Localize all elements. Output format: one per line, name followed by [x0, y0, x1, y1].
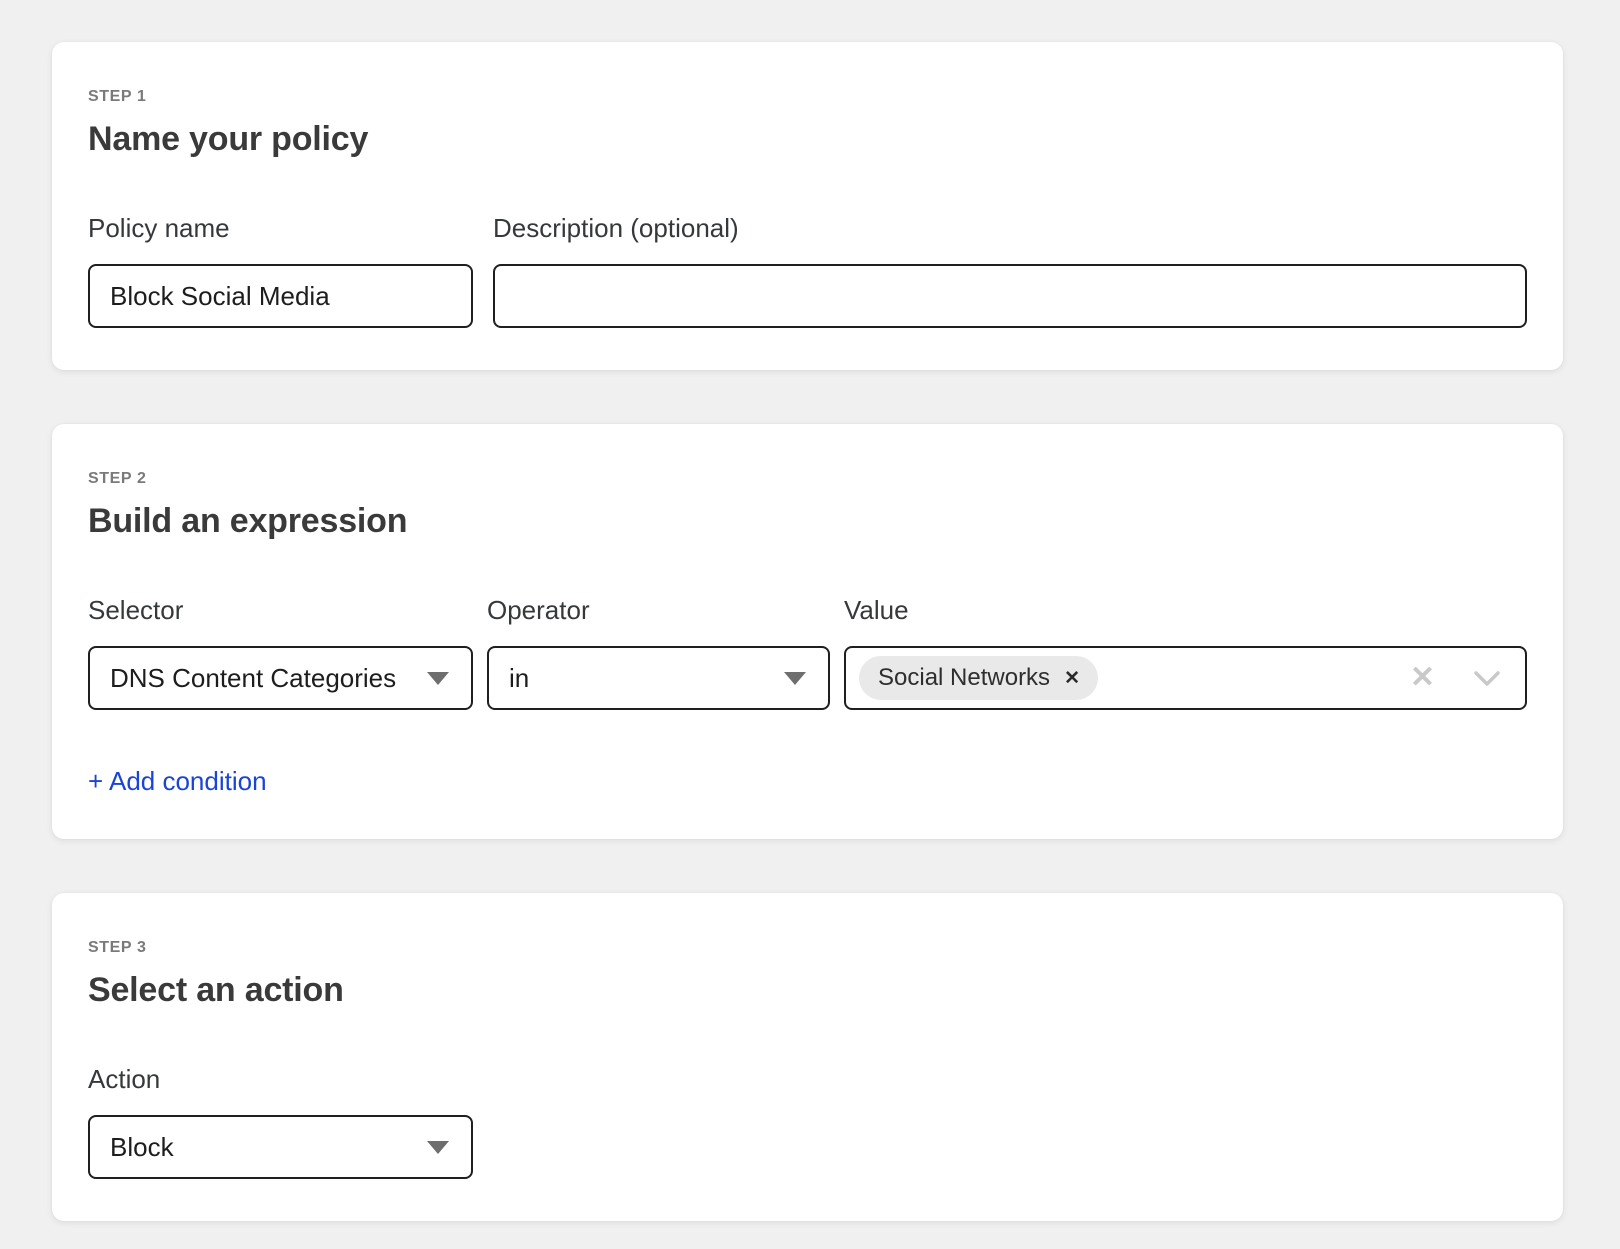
step-1-title: Name your policy — [88, 120, 1527, 159]
policy-name-label: Policy name — [88, 213, 473, 244]
step-3-label: STEP 3 — [88, 939, 1527, 957]
step-2-card: STEP 2 Build an expression Selector DNS … — [52, 424, 1563, 839]
action-row: Action Block — [88, 1064, 1527, 1179]
value-field: Value Social Networks ✕ ✕ — [844, 595, 1527, 710]
multiselect-controls: ✕ — [1410, 663, 1501, 693]
remove-tag-icon[interactable]: ✕ — [1064, 669, 1080, 688]
selected-value-tag-text: Social Networks — [878, 664, 1050, 692]
operator-dropdown[interactable]: in — [487, 646, 830, 710]
action-dropdown[interactable]: Block — [88, 1115, 473, 1179]
policy-builder-page: STEP 1 Name your policy Policy name Desc… — [0, 0, 1620, 1249]
step-2-title: Build an expression — [88, 502, 1527, 541]
selector-field: Selector DNS Content Categories — [88, 595, 473, 710]
operator-dropdown-value: in — [509, 663, 529, 694]
expression-builder-row: Selector DNS Content Categories Operator… — [88, 595, 1527, 710]
dropdown-caret-icon — [427, 1141, 449, 1154]
action-dropdown-value: Block — [110, 1132, 174, 1163]
action-label: Action — [88, 1064, 473, 1095]
action-field: Action Block — [88, 1064, 473, 1179]
policy-name-field: Policy name — [88, 213, 473, 328]
description-label: Description (optional) — [493, 213, 1527, 244]
step-1-label: STEP 1 — [88, 88, 1527, 106]
step-3-title: Select an action — [88, 971, 1527, 1010]
value-label: Value — [844, 595, 1527, 626]
dropdown-caret-icon — [427, 672, 449, 685]
selector-dropdown[interactable]: DNS Content Categories — [88, 646, 473, 710]
policy-name-input[interactable] — [88, 264, 473, 328]
chevron-down-icon[interactable] — [1473, 670, 1501, 687]
operator-field: Operator in — [487, 595, 830, 710]
add-condition-link[interactable]: + Add condition — [88, 766, 267, 797]
selector-dropdown-value: DNS Content Categories — [110, 663, 396, 694]
operator-label: Operator — [487, 595, 830, 626]
step-1-card: STEP 1 Name your policy Policy name Desc… — [52, 42, 1563, 370]
selected-value-tag[interactable]: Social Networks ✕ — [859, 656, 1098, 700]
description-field: Description (optional) — [493, 213, 1527, 328]
clear-all-icon[interactable]: ✕ — [1410, 663, 1435, 693]
dropdown-caret-icon — [784, 672, 806, 685]
step-1-fields-row: Policy name Description (optional) — [88, 213, 1527, 328]
description-input[interactable] — [493, 264, 1527, 328]
value-multiselect[interactable]: Social Networks ✕ ✕ — [844, 646, 1527, 710]
step-2-label: STEP 2 — [88, 470, 1527, 488]
step-3-card: STEP 3 Select an action Action Block — [52, 893, 1563, 1221]
selector-label: Selector — [88, 595, 473, 626]
